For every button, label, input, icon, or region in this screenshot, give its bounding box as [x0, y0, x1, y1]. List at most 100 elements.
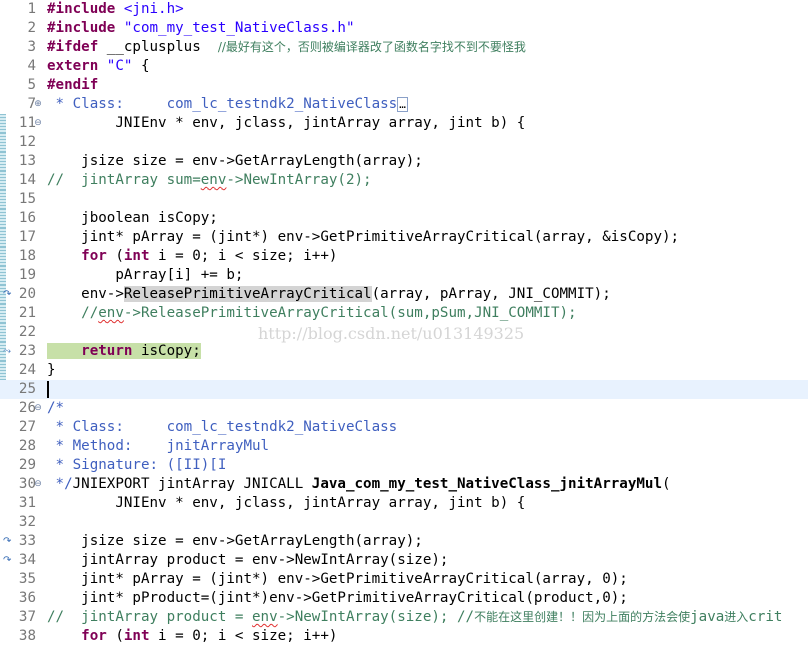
code-text[interactable]: * Class: com_lc_testndk2_NativeClass…	[47, 95, 408, 114]
code-line[interactable]: 21 //env->ReleasePrimitiveArrayCritical(…	[0, 304, 808, 323]
code-text[interactable]: * Method: jnitArrayMul	[47, 437, 270, 456]
code-line[interactable]: 34 ↷ jintArray product = env->NewIntArray…	[0, 551, 808, 570]
code-text[interactable]: extern "C" {	[47, 57, 150, 76]
code-token: //	[47, 305, 99, 321]
line-number: 12	[18, 134, 36, 150]
code-line[interactable]: 37 // jintArray product = env->NewIntArra…	[0, 608, 808, 627]
code-token: jboolean isCopy;	[47, 210, 218, 226]
fold-expand-icon[interactable]: ⊕	[34, 100, 42, 109]
code-token: #endif	[47, 77, 99, 93]
code-line[interactable]: 20 ↷ env->ReleasePrimitiveArrayCritical(a…	[0, 285, 808, 304]
code-text[interactable]	[47, 380, 49, 399]
code-text[interactable]: JNIEnv * env, jclass, jintArray array, j…	[47, 494, 525, 513]
code-text[interactable]: }	[47, 361, 56, 380]
code-text[interactable]: jboolean isCopy;	[47, 209, 218, 228]
code-line[interactable]: 31 JNIEnv * env, jclass, jintArray array…	[0, 494, 808, 513]
code-token: {	[132, 58, 150, 74]
code-line[interactable]: 16 jboolean isCopy;	[0, 209, 808, 228]
code-token: (	[106, 628, 124, 644]
code-token: int	[123, 248, 150, 264]
code-token: // jintArray product =	[47, 609, 252, 625]
code-text[interactable]: // jintArray product = env->NewIntArray(…	[47, 608, 782, 627]
line-number: 32	[18, 514, 36, 530]
code-text[interactable]: return isCopy;	[47, 342, 201, 361]
code-line[interactable]: 12	[0, 133, 808, 152]
code-line[interactable]: 30 ⊖ */JNIEXPORT jintArray JNICALL Java_c…	[0, 475, 808, 494]
line-number: 26	[18, 400, 36, 416]
code-text[interactable]: #ifdef __cplusplus //最好有这个，否则被编译器改了函数名字找…	[47, 38, 526, 57]
code-text[interactable]: for (int i = 0; i < size; i++)	[47, 247, 337, 266]
code-line[interactable]: 5 #endif	[0, 76, 808, 95]
code-token: for	[81, 628, 107, 644]
code-line[interactable]: 28 * Method: jnitArrayMul	[0, 437, 808, 456]
code-line[interactable]: 19 pArray[i] += b;	[0, 266, 808, 285]
watermark: http://blog.csdn.net/u013149325	[258, 324, 525, 343]
code-line[interactable]: 17 jint* pArray = (jint*) env->GetPrimit…	[0, 228, 808, 247]
line-number: 31	[18, 495, 36, 511]
override-arrow-icon: ↷	[3, 555, 12, 566]
code-text[interactable]: #include "com_my_test_NativeClass.h"	[47, 19, 355, 38]
code-text[interactable]: jsize size = env->GetArrayLength(array);	[47, 532, 423, 551]
code-line[interactable]: 33 ↷ jsize size = env->GetArrayLength(arr…	[0, 532, 808, 551]
code-text[interactable]: * Class: com_lc_testndk2_NativeClass	[47, 418, 398, 437]
code-line[interactable]: 25	[0, 380, 808, 399]
code-line[interactable]: 36 jint* pProduct=(jint*)env->GetPrimiti…	[0, 589, 808, 608]
line-number: 19	[18, 267, 36, 283]
text-caret	[47, 380, 49, 398]
code-text[interactable]: env->ReleasePrimitiveArrayCritical(array…	[47, 285, 611, 304]
code-line[interactable]: 2 #include "com_my_test_NativeClass.h"	[0, 19, 808, 38]
code-token: env	[98, 305, 124, 321]
line-number: 25	[18, 381, 36, 397]
code-line[interactable]: 7 ⊕ * Class: com_lc_testndk2_NativeClass…	[0, 95, 808, 114]
line-number: 7	[27, 96, 36, 112]
code-text[interactable]: jsize size = env->GetArrayLength(array);	[47, 152, 423, 171]
code-line[interactable]: 15	[0, 190, 808, 209]
code-token: jsize size = env->GetArrayLength(array);	[47, 533, 423, 549]
code-text[interactable]: * Signature: ([II)[I	[47, 456, 227, 475]
code-text[interactable]: jint* pProduct=(jint*)env->GetPrimitiveA…	[47, 589, 628, 608]
code-line[interactable]: 24}	[0, 361, 808, 380]
code-token: ->ReleasePrimitiveArrayCritical(sum,pSum…	[123, 305, 577, 321]
code-text[interactable]: JNIEnv * env, jclass, jintArray array, j…	[47, 114, 525, 133]
fold-collapse-icon[interactable]: ⊖	[34, 404, 42, 413]
code-token: */	[47, 476, 73, 492]
code-text[interactable]: /*	[47, 399, 64, 418]
code-text[interactable]: //env->ReleasePrimitiveArrayCritical(sum…	[47, 304, 577, 323]
code-text[interactable]: for (int i = 0; i < size; i++)	[47, 627, 337, 646]
code-line[interactable]: 38 for (int i = 0; i < size; i++)	[0, 627, 808, 646]
code-text[interactable]: pArray[i] += b;	[47, 266, 243, 285]
fold-collapse-icon[interactable]: ⊖	[34, 480, 42, 489]
code-token: 进入	[724, 610, 749, 624]
code-line[interactable]: 32	[0, 513, 808, 532]
line-number: 30	[18, 476, 36, 492]
code-line[interactable]: 11 ⊖ JNIEnv * env, jclass, jintArray arra…	[0, 114, 808, 133]
code-line[interactable]: 35 jint* pArray = (jint*) env->GetPrimit…	[0, 570, 808, 589]
code-line[interactable]: 4 extern "C" {	[0, 57, 808, 76]
code-text[interactable]: // jintArray sum=env->NewIntArray(2);	[47, 171, 372, 190]
line-number: 36	[18, 590, 36, 606]
line-number: 1	[27, 1, 36, 17]
line-number: 14	[18, 172, 36, 188]
code-token: Java_com_my_test_NativeClass_jnitArrayMu…	[311, 476, 663, 492]
code-line[interactable]: 1 #include <jni.h>	[0, 0, 808, 19]
code-line[interactable]: 29 * Signature: ([II)[I	[0, 456, 808, 475]
code-text[interactable]: #include <jni.h>	[47, 0, 184, 19]
code-text[interactable]: jint* pArray = (jint*) env->GetPrimitive…	[47, 570, 628, 589]
code-line[interactable]: 18 for (int i = 0; i < size; i++)	[0, 247, 808, 266]
code-line[interactable]: 3 #ifdef __cplusplus //最好有这个，否则被编译器改了函数名字…	[0, 38, 808, 57]
code-text[interactable]: #endif	[47, 76, 98, 95]
code-text[interactable]: jint* pArray = (jint*) env->GetPrimitive…	[47, 228, 679, 247]
code-token: ReleasePrimitiveArrayCritical	[123, 286, 372, 302]
line-number: 38	[18, 628, 36, 644]
code-text[interactable]: jintArray product = env->NewIntArray(siz…	[47, 551, 448, 570]
code-line[interactable]: 26 ⊖ /*	[0, 399, 808, 418]
code-line[interactable]: 27 * Class: com_lc_testndk2_NativeClass	[0, 418, 808, 437]
code-line[interactable]: 23 ⤳ return isCopy;	[0, 342, 808, 361]
code-token: java	[690, 609, 725, 625]
code-token: i = 0; i < size; i++)	[149, 248, 338, 264]
code-text[interactable]: */JNIEXPORT jintArray JNICALL Java_com_m…	[47, 475, 671, 494]
code-line[interactable]: 14 // jintArray sum=env->NewIntArray(2);	[0, 171, 808, 190]
code-line[interactable]: 13 jsize size = env->GetArrayLength(arra…	[0, 152, 808, 171]
line-number: 11	[18, 115, 36, 131]
fold-collapse-icon[interactable]: ⊖	[34, 119, 42, 128]
